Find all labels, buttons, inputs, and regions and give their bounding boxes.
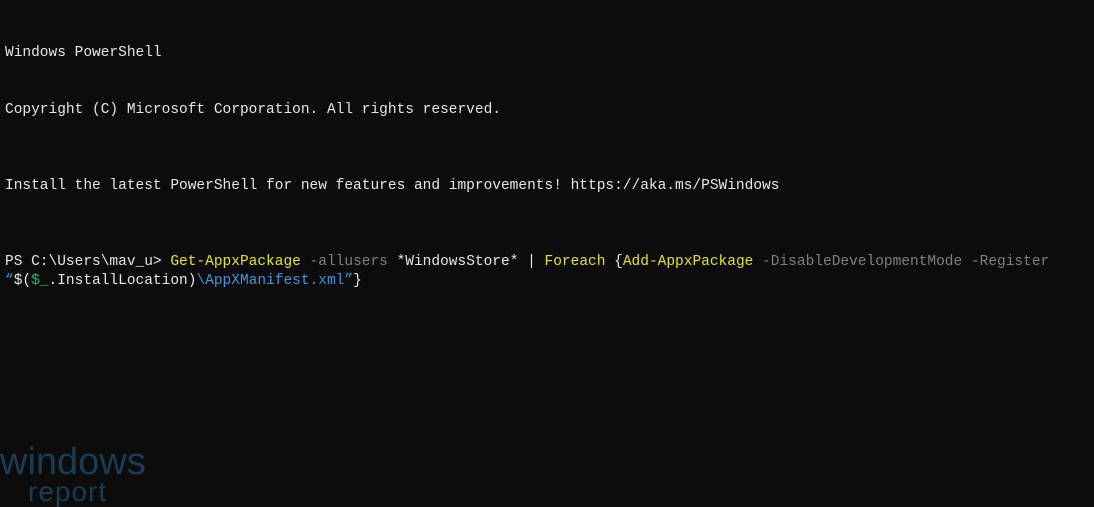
cmdlet-add-appxpackage: Add-AppxPackage	[623, 254, 754, 270]
arg-windowsstore-pipe: *WindowsStore* |	[388, 254, 545, 270]
brace-open: {	[605, 254, 622, 270]
brace-close: }	[353, 273, 362, 289]
install-message: Install the latest PowerShell for new fe…	[5, 177, 1089, 196]
param-allusers: -allusers	[301, 254, 388, 270]
param-flags: -DisableDevelopmentMode -Register	[753, 254, 1058, 270]
cmdlet-get-appxpackage: Get-AppxPackage	[170, 254, 301, 270]
powershell-terminal[interactable]: Windows PowerShell Copyright (C) Microso…	[0, 0, 1094, 316]
watermark-logo: windows report	[0, 445, 146, 506]
prompt-prefix: PS C:\Users\mav_u>	[5, 254, 170, 270]
quote-open: “	[5, 273, 14, 289]
command-line[interactable]: PS C:\Users\mav_u> Get-AppxPackage -allu…	[5, 253, 1089, 291]
keyword-foreach: Foreach	[545, 254, 606, 270]
string-manifest: \AppXManifest.xml”	[196, 273, 353, 289]
member-installlocation: .InstallLocation	[49, 273, 188, 289]
pipeline-var: $_	[31, 273, 48, 289]
watermark-top: windows	[0, 445, 146, 479]
banner-line-1: Windows PowerShell	[5, 44, 1089, 63]
subexpr-open: $(	[14, 273, 31, 289]
banner-line-2: Copyright (C) Microsoft Corporation. All…	[5, 101, 1089, 120]
